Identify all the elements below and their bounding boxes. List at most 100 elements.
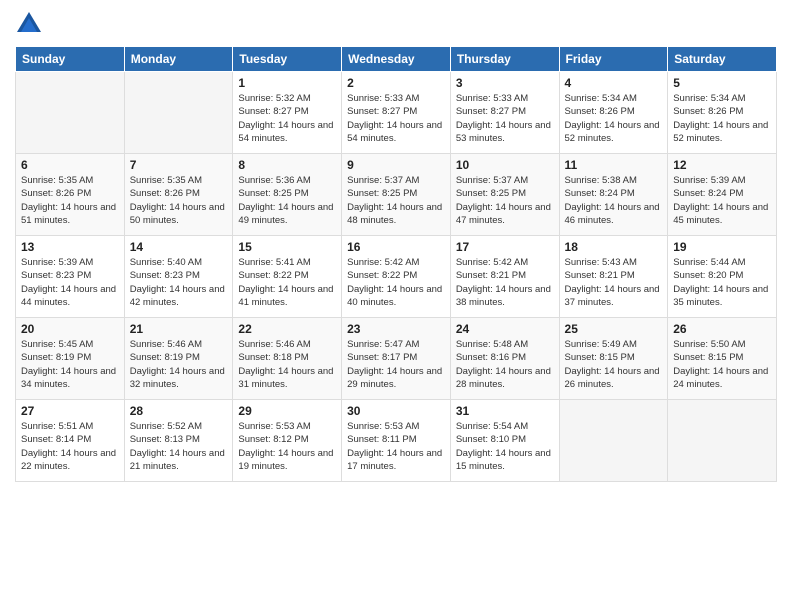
day-cell: 1 Sunrise: 5:32 AMSunset: 8:27 PMDaylight… [233, 72, 342, 154]
day-info: Sunrise: 5:46 AMSunset: 8:18 PMDaylight:… [238, 338, 336, 391]
day-info: Sunrise: 5:44 AMSunset: 8:20 PMDaylight:… [673, 256, 771, 309]
day-info: Sunrise: 5:41 AMSunset: 8:22 PMDaylight:… [238, 256, 336, 309]
day-cell [559, 400, 668, 482]
day-cell [668, 400, 777, 482]
day-cell: 22 Sunrise: 5:46 AMSunset: 8:18 PMDayligh… [233, 318, 342, 400]
day-info: Sunrise: 5:40 AMSunset: 8:23 PMDaylight:… [130, 256, 228, 309]
day-cell: 21Sunrise: 5:46 AMSunset: 8:19 PMDayligh… [124, 318, 233, 400]
day-info: Sunrise: 5:34 AMSunset: 8:26 PMDaylight:… [673, 92, 771, 145]
day-cell: 4 Sunrise: 5:34 AMSunset: 8:26 PMDaylight… [559, 72, 668, 154]
day-info: Sunrise: 5:54 AMSunset: 8:10 PMDaylight:… [456, 420, 554, 473]
day-info: Sunrise: 5:50 AMSunset: 8:15 PMDaylight:… [673, 338, 771, 391]
day-number: 12 [673, 158, 771, 172]
day-cell: 13Sunrise: 5:39 AMSunset: 8:23 PMDayligh… [16, 236, 125, 318]
day-cell: 16Sunrise: 5:42 AMSunset: 8:22 PMDayligh… [342, 236, 451, 318]
day-info: Sunrise: 5:33 AMSunset: 8:27 PMDaylight:… [347, 92, 445, 145]
day-number: 17 [456, 240, 554, 254]
week-row-5: 27 Sunrise: 5:51 AMSunset: 8:14 PMDayligh… [16, 400, 777, 482]
weekday-header-row: SundayMondayTuesdayWednesdayThursdayFrid… [16, 47, 777, 72]
day-number: 8 [238, 158, 336, 172]
day-info: Sunrise: 5:36 AMSunset: 8:25 PMDaylight:… [238, 174, 336, 227]
day-number: 25 [565, 322, 663, 336]
week-row-3: 13Sunrise: 5:39 AMSunset: 8:23 PMDayligh… [16, 236, 777, 318]
day-info: Sunrise: 5:42 AMSunset: 8:21 PMDaylight:… [456, 256, 554, 309]
weekday-saturday: Saturday [668, 47, 777, 72]
day-cell: 15Sunrise: 5:41 AMSunset: 8:22 PMDayligh… [233, 236, 342, 318]
weekday-wednesday: Wednesday [342, 47, 451, 72]
day-cell: 5 Sunrise: 5:34 AMSunset: 8:26 PMDaylight… [668, 72, 777, 154]
day-info: Sunrise: 5:39 AMSunset: 8:24 PMDaylight:… [673, 174, 771, 227]
header [15, 10, 777, 38]
day-cell: 8 Sunrise: 5:36 AMSunset: 8:25 PMDaylight… [233, 154, 342, 236]
day-info: Sunrise: 5:45 AMSunset: 8:19 PMDaylight:… [21, 338, 119, 391]
day-number: 23 [347, 322, 445, 336]
day-info: Sunrise: 5:35 AMSunset: 8:26 PMDaylight:… [130, 174, 228, 227]
day-cell: 19Sunrise: 5:44 AMSunset: 8:20 PMDayligh… [668, 236, 777, 318]
day-number: 6 [21, 158, 119, 172]
day-cell: 20 Sunrise: 5:45 AMSunset: 8:19 PMDayligh… [16, 318, 125, 400]
day-number: 11 [565, 158, 663, 172]
week-row-4: 20 Sunrise: 5:45 AMSunset: 8:19 PMDayligh… [16, 318, 777, 400]
day-info: Sunrise: 5:51 AMSunset: 8:14 PMDaylight:… [21, 420, 119, 473]
day-cell: 3Sunrise: 5:33 AMSunset: 8:27 PMDaylight… [450, 72, 559, 154]
weekday-friday: Friday [559, 47, 668, 72]
day-cell: 28 Sunrise: 5:52 AMSunset: 8:13 PMDayligh… [124, 400, 233, 482]
day-cell: 29Sunrise: 5:53 AMSunset: 8:12 PMDayligh… [233, 400, 342, 482]
day-cell: 18Sunrise: 5:43 AMSunset: 8:21 PMDayligh… [559, 236, 668, 318]
calendar: SundayMondayTuesdayWednesdayThursdayFrid… [15, 46, 777, 482]
day-info: Sunrise: 5:49 AMSunset: 8:15 PMDaylight:… [565, 338, 663, 391]
day-info: Sunrise: 5:42 AMSunset: 8:22 PMDaylight:… [347, 256, 445, 309]
day-number: 22 [238, 322, 336, 336]
day-number: 10 [456, 158, 554, 172]
week-row-1: 1 Sunrise: 5:32 AMSunset: 8:27 PMDaylight… [16, 72, 777, 154]
day-info: Sunrise: 5:37 AMSunset: 8:25 PMDaylight:… [347, 174, 445, 227]
day-number: 2 [347, 76, 445, 90]
day-number: 7 [130, 158, 228, 172]
weekday-thursday: Thursday [450, 47, 559, 72]
day-number: 21 [130, 322, 228, 336]
day-info: Sunrise: 5:34 AMSunset: 8:26 PMDaylight:… [565, 92, 663, 145]
day-cell: 14 Sunrise: 5:40 AMSunset: 8:23 PMDayligh… [124, 236, 233, 318]
day-cell: 6Sunrise: 5:35 AMSunset: 8:26 PMDaylight… [16, 154, 125, 236]
day-number: 5 [673, 76, 771, 90]
day-number: 29 [238, 404, 336, 418]
day-number: 27 [21, 404, 119, 418]
day-cell: 30 Sunrise: 5:53 AMSunset: 8:11 PMDayligh… [342, 400, 451, 482]
day-info: Sunrise: 5:32 AMSunset: 8:27 PMDaylight:… [238, 92, 336, 145]
weekday-tuesday: Tuesday [233, 47, 342, 72]
page: SundayMondayTuesdayWednesdayThursdayFrid… [0, 0, 792, 612]
day-info: Sunrise: 5:38 AMSunset: 8:24 PMDaylight:… [565, 174, 663, 227]
day-number: 20 [21, 322, 119, 336]
day-number: 28 [130, 404, 228, 418]
day-number: 4 [565, 76, 663, 90]
day-cell: 12 Sunrise: 5:39 AMSunset: 8:24 PMDayligh… [668, 154, 777, 236]
day-info: Sunrise: 5:39 AMSunset: 8:23 PMDaylight:… [21, 256, 119, 309]
day-info: Sunrise: 5:37 AMSunset: 8:25 PMDaylight:… [456, 174, 554, 227]
day-number: 3 [456, 76, 554, 90]
day-cell: 11 Sunrise: 5:38 AMSunset: 8:24 PMDayligh… [559, 154, 668, 236]
logo [15, 10, 47, 38]
day-info: Sunrise: 5:43 AMSunset: 8:21 PMDaylight:… [565, 256, 663, 309]
week-row-2: 6 Sunrise: 5:35 AMSunset: 8:26 PMDaylight… [16, 154, 777, 236]
day-number: 31 [456, 404, 554, 418]
day-number: 30 [347, 404, 445, 418]
day-number: 26 [673, 322, 771, 336]
weekday-monday: Monday [124, 47, 233, 72]
day-number: 24 [456, 322, 554, 336]
day-cell: 17 Sunrise: 5:42 AMSunset: 8:21 PMDayligh… [450, 236, 559, 318]
day-info: Sunrise: 5:52 AMSunset: 8:13 PMDaylight:… [130, 420, 228, 473]
day-cell: 23 Sunrise: 5:47 AMSunset: 8:17 PMDayligh… [342, 318, 451, 400]
day-cell: 9Sunrise: 5:37 AMSunset: 8:25 PMDaylight… [342, 154, 451, 236]
weekday-sunday: Sunday [16, 47, 125, 72]
day-info: Sunrise: 5:53 AMSunset: 8:11 PMDaylight:… [347, 420, 445, 473]
day-cell: 31 Sunrise: 5:54 AMSunset: 8:10 PMDayligh… [450, 400, 559, 482]
day-cell: 25 Sunrise: 5:49 AMSunset: 8:15 PMDayligh… [559, 318, 668, 400]
day-cell: 10 Sunrise: 5:37 AMSunset: 8:25 PMDayligh… [450, 154, 559, 236]
day-cell: 27 Sunrise: 5:51 AMSunset: 8:14 PMDayligh… [16, 400, 125, 482]
day-cell [16, 72, 125, 154]
day-number: 14 [130, 240, 228, 254]
day-cell: 7 Sunrise: 5:35 AMSunset: 8:26 PMDaylight… [124, 154, 233, 236]
day-number: 1 [238, 76, 336, 90]
day-cell: 26 Sunrise: 5:50 AMSunset: 8:15 PMDayligh… [668, 318, 777, 400]
day-info: Sunrise: 5:47 AMSunset: 8:17 PMDaylight:… [347, 338, 445, 391]
